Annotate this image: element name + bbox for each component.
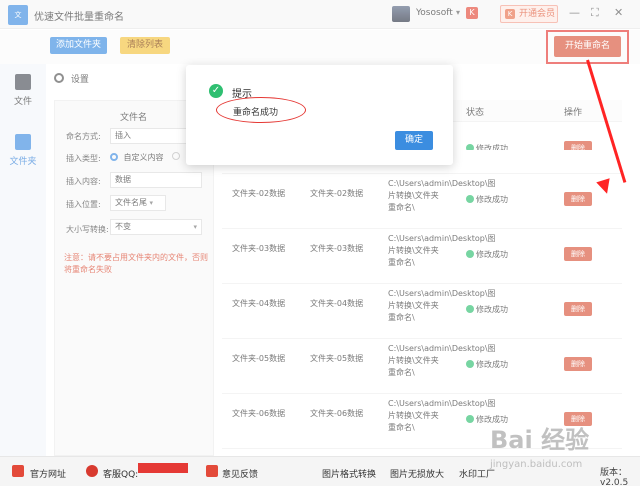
highlight-ellipse bbox=[216, 97, 306, 123]
feedback-icon bbox=[206, 465, 218, 477]
version-text: 版本：v2.0.5 bbox=[600, 468, 629, 488]
feedback-link[interactable]: 意见反馈 bbox=[222, 467, 258, 480]
watermark-main: Bai 经验 bbox=[490, 426, 590, 454]
qq-icon bbox=[86, 465, 98, 477]
baidu-watermark: Bai 经验 jingyan.baidu.com bbox=[490, 420, 589, 470]
home-icon bbox=[12, 465, 24, 477]
redaction-bar bbox=[138, 463, 188, 473]
image-convert-link[interactable]: 图片格式转换 bbox=[322, 467, 376, 480]
site-link[interactable]: 官方网址 bbox=[30, 467, 66, 480]
qq-link[interactable]: 客服QQ: bbox=[103, 467, 138, 480]
check-icon: ✓ bbox=[209, 84, 223, 98]
ok-button[interactable]: 确定 bbox=[395, 131, 433, 150]
image-enlarge-link[interactable]: 图片无损放大 bbox=[390, 467, 444, 480]
watermark-url: jingyan.baidu.com bbox=[490, 459, 583, 470]
